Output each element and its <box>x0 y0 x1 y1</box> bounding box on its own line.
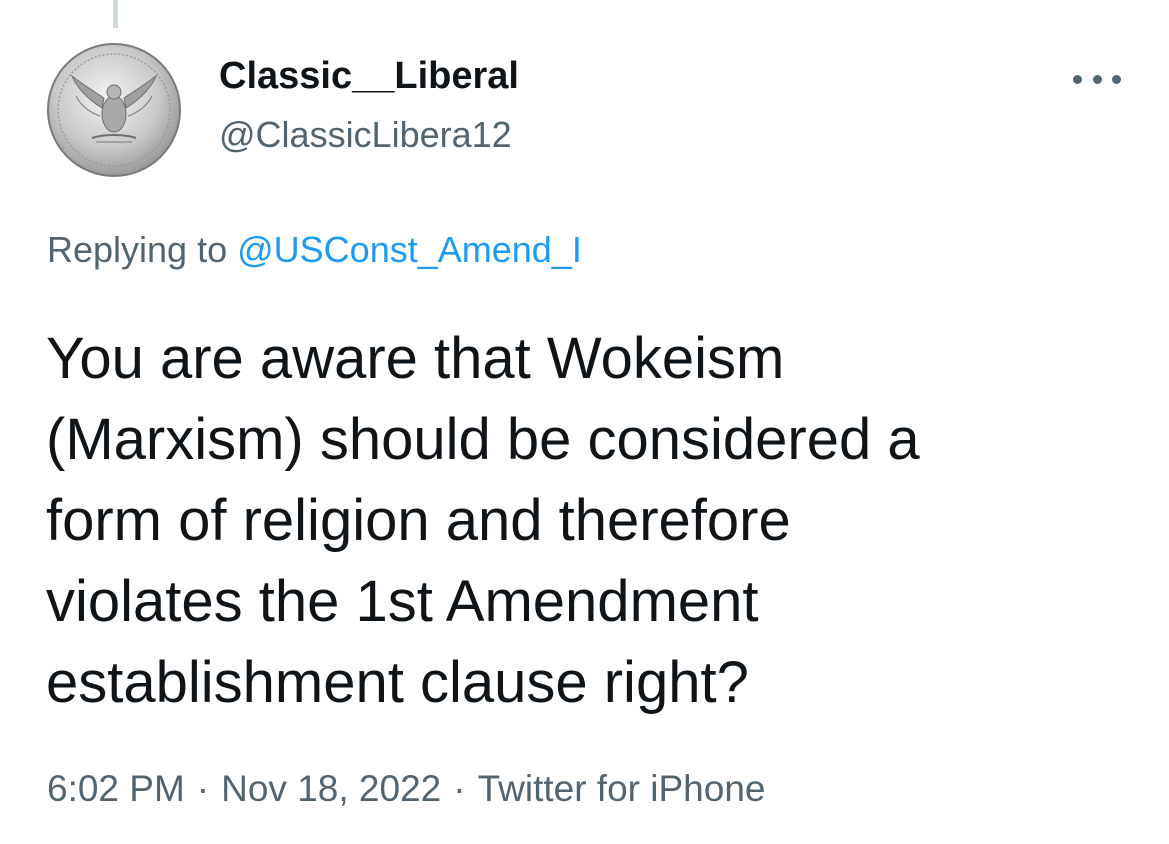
thread-connector-line <box>113 0 118 28</box>
more-horizontal-icon-dot <box>1112 74 1121 84</box>
replying-to: Replying to @USConst_Amend_I <box>47 229 582 271</box>
replying-to-label: Replying to <box>47 229 228 270</box>
more-options-button[interactable] <box>1073 64 1121 94</box>
avatar[interactable] <box>46 42 182 178</box>
tweet-source[interactable]: Twitter for iPhone <box>478 768 766 809</box>
tweet-text-line: form of religion and therefore <box>46 488 791 553</box>
quarter-coin-icon <box>47 43 181 177</box>
tweet-text: You are aware that Wokeism (Marxism) sho… <box>46 318 1126 723</box>
author-handle[interactable]: @ClassicLibera12 <box>219 114 512 156</box>
tweet-text-line: establishment clause right? <box>46 650 749 715</box>
tweet-date[interactable]: Nov 18, 2022 <box>221 768 441 809</box>
meta-separator: · <box>196 768 210 809</box>
more-horizontal-icon-dot <box>1092 74 1102 84</box>
tweet-metadata: 6:02 PM · Nov 18, 2022 · Twitter for iPhone <box>47 768 765 810</box>
tweet-time[interactable]: 6:02 PM <box>47 768 185 809</box>
reply-mention-link[interactable]: @USConst_Amend_I <box>237 229 582 270</box>
tweet-text-line: You are aware that Wokeism <box>46 326 785 391</box>
author-display-name[interactable]: Classic__Liberal <box>219 55 519 98</box>
tweet-text-line: (Marxism) should be considered a <box>46 407 920 472</box>
meta-separator: · <box>453 768 466 809</box>
more-horizontal-icon <box>1073 74 1082 84</box>
tweet-text-line: violates the 1st Amendment <box>46 569 759 634</box>
